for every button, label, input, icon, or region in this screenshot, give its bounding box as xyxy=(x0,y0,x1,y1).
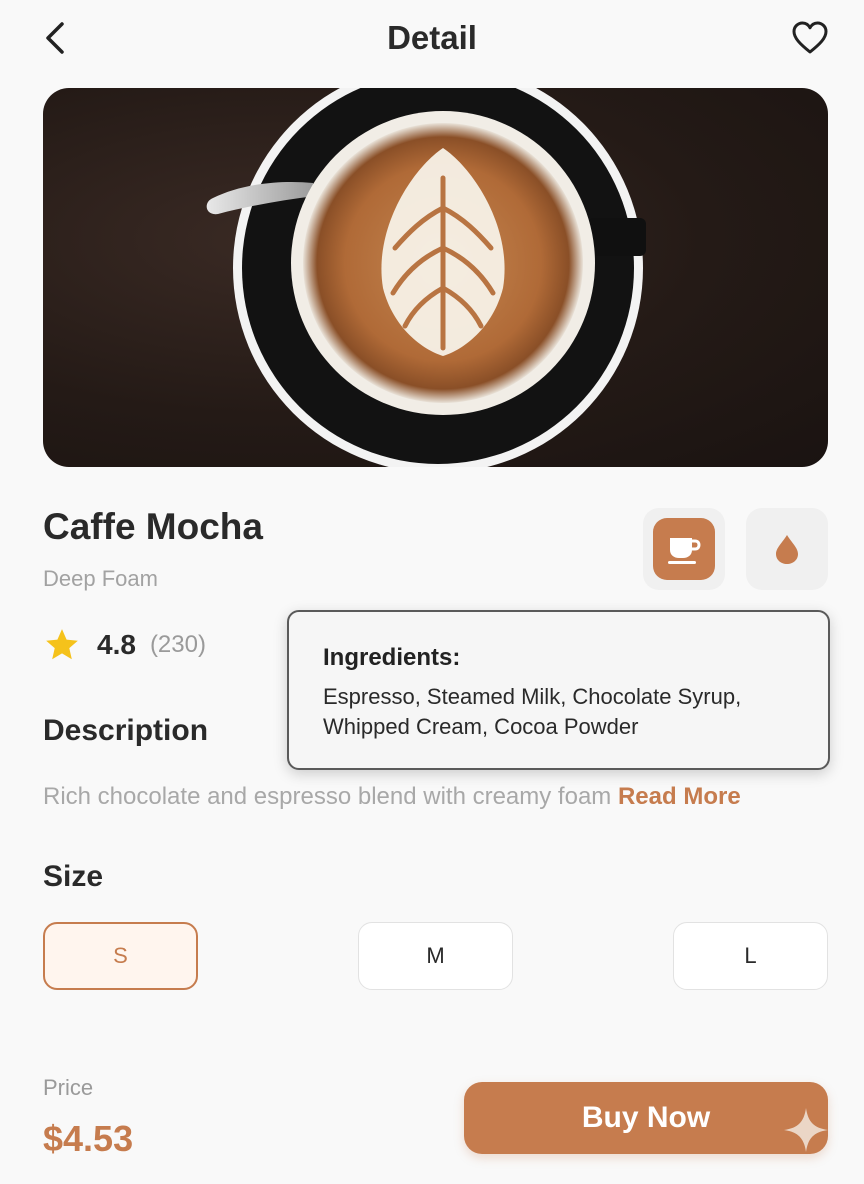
size-option-m[interactable]: M xyxy=(358,922,513,990)
coffee-feature-button[interactable] xyxy=(643,508,725,590)
rating-value: 4.8 xyxy=(97,629,136,660)
coffee-cup-icon xyxy=(668,538,701,564)
product-name: Caffe Mocha xyxy=(43,506,263,547)
star-icon xyxy=(46,629,78,660)
price-label: Price xyxy=(43,1075,94,1100)
tooltip-title: Ingredients: xyxy=(323,644,461,671)
size-option-l[interactable]: L xyxy=(673,922,828,990)
size-option-s[interactable]: S xyxy=(43,922,198,990)
size-title: Size xyxy=(43,860,104,893)
tooltip-body: Espresso, Steamed Milk, Chocolate Syrup,… xyxy=(323,684,742,739)
favorite-button[interactable] xyxy=(786,16,834,60)
description-body: Rich chocolate and espresso blend with c… xyxy=(43,783,618,810)
description-text: Rich chocolate and espresso blend with c… xyxy=(43,783,741,811)
buy-now-button[interactable]: Buy Now xyxy=(464,1082,828,1154)
description-title: Description xyxy=(43,714,209,747)
rating-count: (230) xyxy=(149,631,206,658)
product-subtitle: Deep Foam xyxy=(43,566,158,591)
rating: 4.8 (230) xyxy=(43,626,206,664)
product-image xyxy=(43,88,828,467)
milk-drop-icon xyxy=(776,535,798,564)
heart-outline-icon xyxy=(792,21,828,54)
page-title: Detail xyxy=(387,19,477,56)
latte-art-cup-photo xyxy=(206,88,646,467)
milk-feature-button[interactable] xyxy=(746,508,828,590)
ingredients-tooltip: Ingredients: Espresso, Steamed Milk, Cho… xyxy=(287,610,830,770)
price-value: $4.53 xyxy=(43,1118,134,1159)
read-more-link[interactable]: Read More xyxy=(618,783,741,810)
coffee-feature-inner xyxy=(653,518,715,580)
sparkle-icon xyxy=(784,1108,828,1152)
detail-screen: Detail Caffe Mocha Deep Foam 4.8 (230) D… xyxy=(0,0,864,1184)
